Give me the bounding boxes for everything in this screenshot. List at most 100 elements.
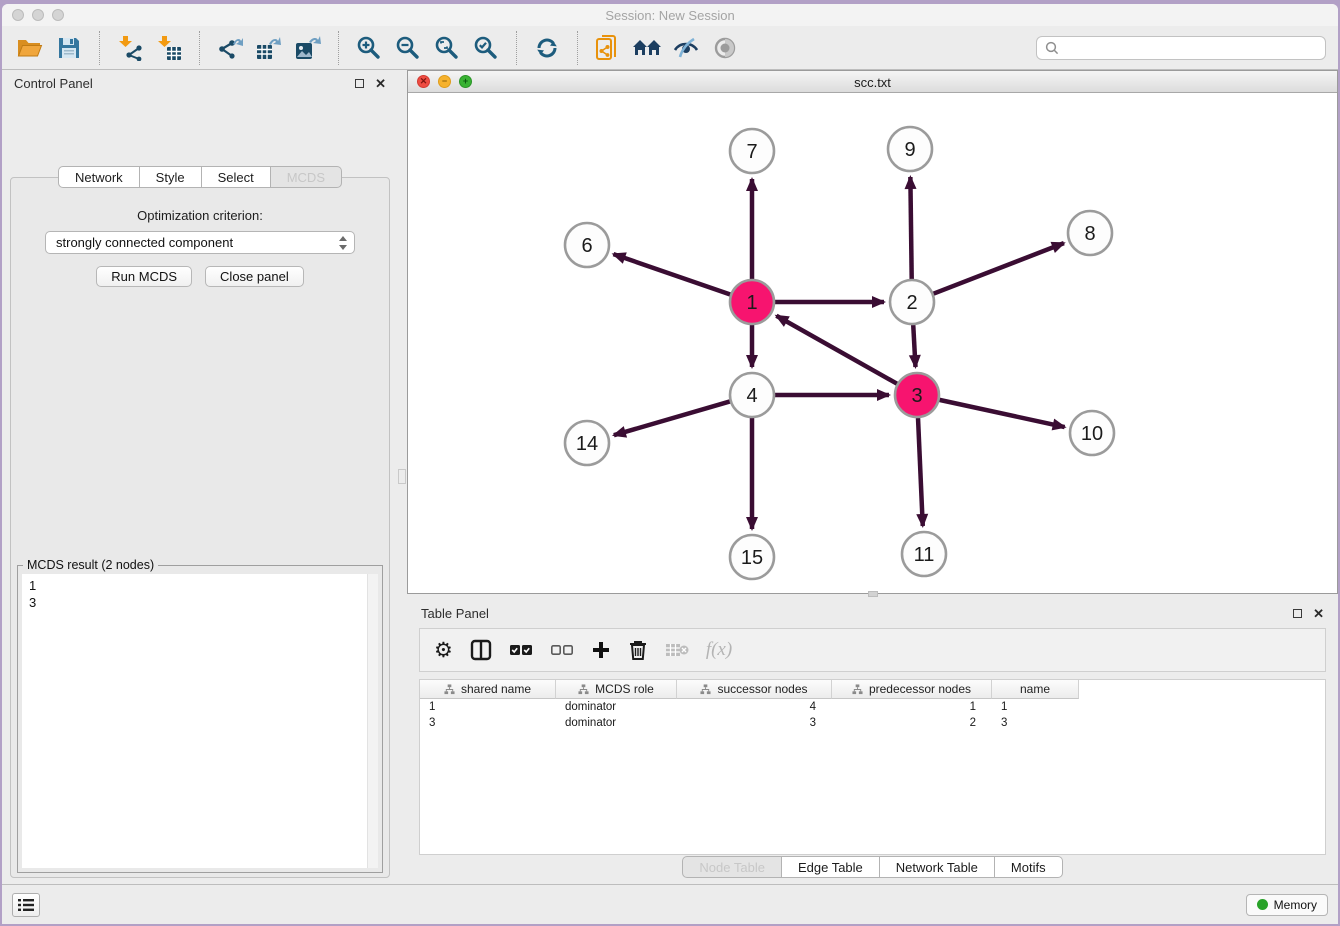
zoom-fit-button[interactable] (431, 32, 463, 64)
export-image-button[interactable] (292, 32, 324, 64)
tab-style[interactable]: Style (140, 166, 202, 188)
edge-3-1[interactable] (776, 316, 897, 384)
cell-successor-nodes[interactable]: 4 (677, 701, 832, 713)
open-session-button[interactable] (14, 32, 46, 64)
edge-3-10[interactable] (939, 400, 1064, 427)
criterion-dropdown[interactable]: strongly connected component (45, 231, 355, 254)
hide-graphics-details-button[interactable] (670, 32, 702, 64)
column-header-successor-nodes[interactable]: successor nodes (677, 680, 832, 699)
float-table-panel-icon[interactable] (1293, 609, 1302, 618)
show-column-panel-button[interactable] (470, 639, 492, 661)
node-label-8: 8 (1084, 223, 1095, 245)
zoom-selected-button[interactable] (470, 32, 502, 64)
column-settings-button[interactable]: ⚙ (434, 638, 453, 663)
tab-edge-table[interactable]: Edge Table (782, 856, 880, 878)
vertical-splitter[interactable] (398, 70, 407, 884)
mcds-result-area[interactable]: 1 3 (22, 574, 378, 868)
tab-node-table[interactable]: Node Table (682, 856, 782, 878)
edge-3-11[interactable] (918, 418, 923, 526)
main-toolbar (2, 26, 1338, 70)
first-neighbors-button[interactable] (631, 32, 663, 64)
tab-motifs[interactable]: Motifs (995, 856, 1063, 878)
cell-name[interactable]: 3 (992, 717, 1079, 729)
column-header-shared-name[interactable]: shared name (420, 680, 556, 699)
edge-1-6[interactable] (613, 254, 730, 294)
deselect-all-button[interactable] (550, 643, 574, 657)
cell-MCDS-role[interactable]: dominator (556, 717, 677, 729)
memory-button[interactable]: Memory (1246, 894, 1328, 916)
save-session-button[interactable] (53, 32, 85, 64)
column-panel-icon (470, 639, 492, 661)
add-column-button[interactable] (591, 640, 611, 660)
trash-icon (628, 639, 648, 661)
import-table-button[interactable] (153, 32, 185, 64)
apply-layout-button[interactable] (531, 32, 563, 64)
node-label-6: 6 (581, 235, 592, 257)
export-network-button[interactable] (214, 32, 246, 64)
zoom-selected-icon (473, 35, 499, 61)
node-label-3: 3 (911, 385, 922, 407)
import-network-button[interactable] (114, 32, 146, 64)
plus-icon (591, 640, 611, 660)
memory-label: Memory (1274, 898, 1317, 912)
list-icon (18, 898, 34, 912)
search-input[interactable] (1065, 41, 1317, 55)
houses-icon (632, 36, 662, 60)
close-table-panel-icon[interactable]: ✕ (1313, 609, 1324, 618)
close-panel-icon[interactable]: ✕ (375, 79, 386, 88)
new-network-from-selection-button[interactable] (592, 32, 624, 64)
run-mcds-button[interactable]: Run MCDS (96, 266, 192, 287)
node-label-4: 4 (746, 385, 757, 407)
cell-name[interactable]: 1 (992, 701, 1079, 713)
tab-select[interactable]: Select (202, 166, 271, 188)
show-details-eye-icon (711, 36, 739, 60)
zoom-in-button[interactable] (353, 32, 385, 64)
float-panel-icon[interactable] (355, 79, 364, 88)
copy-network-icon (595, 34, 621, 62)
edge-4-14[interactable] (614, 401, 730, 435)
cell-successor-nodes[interactable]: 3 (677, 717, 832, 729)
table-row[interactable]: 1dominator411 (420, 699, 1325, 715)
gear-icon: ⚙ (434, 638, 453, 663)
select-all-button[interactable] (509, 643, 533, 657)
cell-shared-name[interactable]: 3 (420, 717, 556, 729)
column-header-MCDS-role[interactable]: MCDS role (556, 680, 677, 699)
select-all-icon (509, 643, 533, 657)
column-header-predecessor-nodes[interactable]: predecessor nodes (832, 680, 992, 699)
main-area: Control Panel ✕ Network Style Select MCD… (2, 70, 1338, 884)
tab-network-table[interactable]: Network Table (880, 856, 995, 878)
edge-2-8[interactable] (933, 243, 1063, 294)
canvas-splitter-handle[interactable] (868, 591, 878, 597)
table-panel-header: Table Panel ✕ (407, 601, 1338, 625)
zoom-out-button[interactable] (392, 32, 424, 64)
network-graph[interactable]: 7968124314101511 (408, 93, 1337, 593)
tab-mcds[interactable]: MCDS (271, 166, 342, 188)
open-folder-icon (16, 36, 44, 60)
cell-shared-name[interactable]: 1 (420, 701, 556, 713)
column-type-icon (578, 684, 589, 695)
column-header-name[interactable]: name (992, 680, 1079, 699)
cell-predecessor-nodes[interactable]: 1 (832, 701, 992, 713)
task-history-button[interactable] (12, 893, 40, 917)
table-body: 1dominator4113dominator323 (420, 699, 1325, 731)
node-label-2: 2 (906, 292, 917, 314)
zoom-out-icon (395, 35, 421, 61)
import-network-icon (116, 35, 144, 61)
splitter-handle[interactable] (398, 469, 406, 484)
cell-MCDS-role[interactable]: dominator (556, 701, 677, 713)
table-row[interactable]: 3dominator323 (420, 715, 1325, 731)
export-table-button[interactable] (253, 32, 285, 64)
node-table[interactable]: shared nameMCDS rolesuccessor nodesprede… (419, 679, 1326, 855)
edge-2-9[interactable] (910, 177, 911, 279)
edge-2-3[interactable] (913, 325, 915, 367)
search-field[interactable] (1036, 36, 1326, 60)
cell-predecessor-nodes[interactable]: 2 (832, 717, 992, 729)
delete-columns-button[interactable] (628, 639, 648, 661)
network-canvas[interactable]: 7968124314101511 (408, 93, 1337, 593)
column-type-icon (852, 684, 863, 695)
result-scrollbar[interactable] (367, 574, 378, 868)
tab-network[interactable]: Network (58, 166, 140, 188)
close-panel-button[interactable]: Close panel (205, 266, 304, 287)
show-graphics-details-button[interactable] (709, 32, 741, 64)
refresh-layout-icon (534, 35, 560, 61)
